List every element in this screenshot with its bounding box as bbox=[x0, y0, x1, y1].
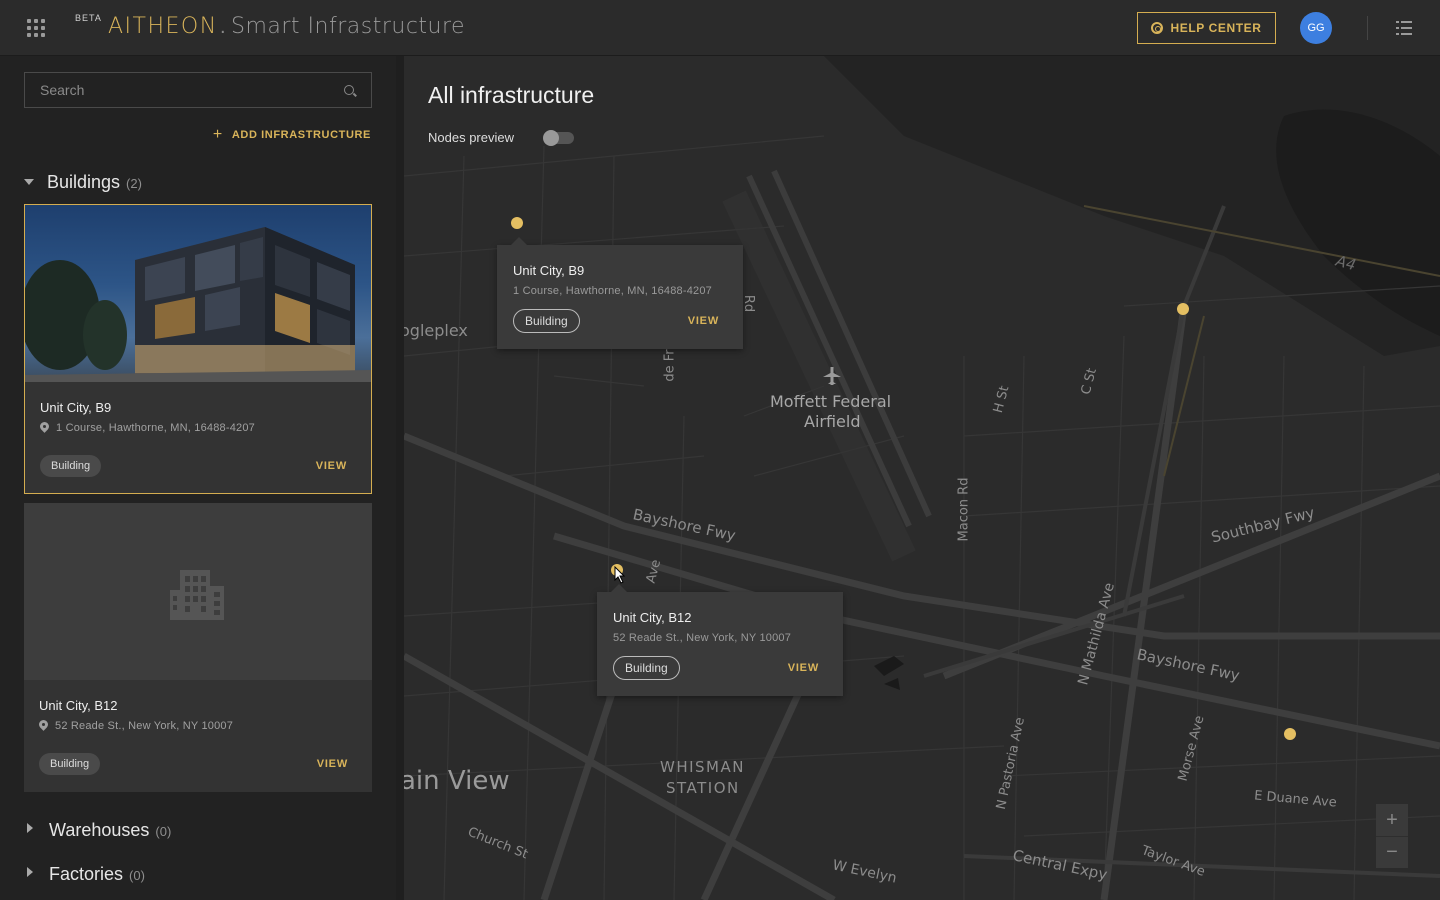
card-name: Unit City, B12 bbox=[39, 698, 118, 713]
search-box bbox=[24, 72, 372, 108]
map-marker[interactable] bbox=[511, 217, 523, 229]
caret-right-icon bbox=[27, 823, 33, 833]
toggle-knob bbox=[543, 130, 559, 146]
product-name: Smart Infrastructure bbox=[231, 14, 466, 39]
popup-address: 52 Reade St., New York, NY 10007 bbox=[613, 632, 792, 644]
menu-list-icon[interactable] bbox=[1396, 21, 1412, 35]
popup-view-link[interactable]: VIEW bbox=[788, 662, 819, 674]
zoom-out-button[interactable]: − bbox=[1376, 836, 1408, 868]
sidebar: + ADD INFRASTRUCTURE Buildings (2) bbox=[0, 56, 396, 900]
help-center-label: HELP CENTER bbox=[1170, 21, 1262, 35]
warehouses-section-header[interactable]: Warehouses (0) bbox=[24, 820, 171, 841]
user-avatar[interactable]: GG bbox=[1300, 12, 1332, 44]
map-label-mountain-view: ain View bbox=[404, 766, 510, 796]
section-title: Warehouses bbox=[49, 820, 150, 840]
section-count: (0) bbox=[129, 868, 145, 883]
building-tag: Building bbox=[39, 753, 101, 775]
lifebuoy-icon bbox=[1151, 22, 1164, 34]
popup-name: Unit City, B12 bbox=[613, 610, 692, 625]
zoom-in-button[interactable]: + bbox=[1376, 804, 1408, 836]
view-link[interactable]: VIEW bbox=[317, 758, 348, 770]
nodes-preview-label: Nodes preview bbox=[428, 130, 514, 145]
map-view[interactable]: ogleplex Moffett Federal Airfield Baysho… bbox=[404, 56, 1440, 900]
map-popup: Unit City, B12 52 Reade St., New York, N… bbox=[597, 584, 843, 696]
logo-separator: . bbox=[220, 16, 226, 38]
map-roads bbox=[404, 56, 1440, 900]
section-title: Buildings bbox=[47, 172, 121, 192]
building-photo bbox=[25, 205, 371, 382]
popup-name: Unit City, B9 bbox=[513, 263, 585, 278]
map-label-rd: Rd bbox=[741, 294, 757, 313]
factories-section-header[interactable]: Factories (0) bbox=[24, 864, 145, 885]
popup-tag: Building bbox=[513, 309, 580, 333]
buildings-section-header[interactable]: Buildings (2) bbox=[24, 172, 142, 193]
plus-icon: + bbox=[212, 126, 223, 143]
building-icon bbox=[170, 569, 224, 620]
map-label-whisman: WHISMAN bbox=[660, 758, 745, 776]
map-label-station: STATION bbox=[666, 779, 740, 797]
building-tag: Building bbox=[40, 455, 102, 477]
add-infrastructure-label: ADD INFRASTRUCTURE bbox=[231, 129, 371, 141]
card-name: Unit City, B9 bbox=[40, 400, 112, 415]
help-center-button[interactable]: HELP CENTER bbox=[1137, 12, 1276, 44]
section-title: Factories bbox=[49, 864, 124, 884]
card-address-text: 52 Reade St., New York, NY 10007 bbox=[55, 720, 234, 732]
map-label-googleplex: ogleplex bbox=[404, 321, 468, 340]
search-input[interactable] bbox=[25, 73, 325, 107]
aitheon-logo[interactable]: AITHEON bbox=[108, 14, 218, 39]
search-icon[interactable] bbox=[344, 85, 354, 95]
popup-view-link[interactable]: VIEW bbox=[688, 315, 719, 327]
beta-badge: BETA bbox=[75, 13, 102, 23]
popup-address: 1 Course, Hawthorne, MN, 16488-4207 bbox=[513, 285, 712, 297]
map-marker[interactable] bbox=[1177, 303, 1189, 315]
mouse-cursor-icon bbox=[614, 566, 626, 584]
section-count: (2) bbox=[126, 176, 142, 191]
popup-tag: Building bbox=[613, 656, 680, 680]
apps-grid-icon[interactable] bbox=[27, 19, 45, 37]
view-link[interactable]: VIEW bbox=[316, 460, 347, 472]
map-popup: Unit City, B9 1 Course, Hawthorne, MN, 1… bbox=[497, 237, 743, 349]
building-placeholder-image bbox=[24, 503, 372, 680]
zoom-control: + − bbox=[1376, 804, 1408, 868]
add-infrastructure-button[interactable]: + ADD INFRASTRUCTURE bbox=[213, 126, 371, 144]
card-address-text: 1 Course, Hawthorne, MN, 16488-4207 bbox=[56, 422, 255, 434]
building-card[interactable]: Unit City, B9 1 Course, Hawthorne, MN, 1… bbox=[24, 204, 372, 494]
map-label-airfield: Airfield bbox=[804, 412, 861, 431]
building-card[interactable]: Unit City, B12 52 Reade St., New York, N… bbox=[24, 503, 372, 792]
map-label-de-fr: de Fr bbox=[662, 349, 678, 382]
map-label-moffett: Moffett Federal bbox=[770, 392, 892, 411]
location-pin-icon bbox=[40, 422, 49, 434]
caret-down-icon bbox=[24, 179, 34, 185]
map-label-macon: Macon Rd bbox=[956, 477, 972, 542]
nodes-preview-toggle[interactable] bbox=[543, 130, 574, 146]
top-bar: BETA AITHEON . Smart Infrastructure HELP… bbox=[0, 0, 1440, 56]
map-marker[interactable] bbox=[1284, 728, 1296, 740]
card-address: 1 Course, Hawthorne, MN, 16488-4207 bbox=[40, 422, 255, 434]
section-count: (0) bbox=[155, 824, 172, 839]
sidebar-scrollbar[interactable] bbox=[396, 56, 404, 900]
card-address: 52 Reade St., New York, NY 10007 bbox=[39, 720, 233, 732]
location-pin-icon bbox=[39, 720, 48, 732]
caret-right-icon bbox=[27, 867, 33, 877]
divider bbox=[1367, 16, 1368, 40]
map-title: All infrastructure bbox=[428, 82, 595, 108]
